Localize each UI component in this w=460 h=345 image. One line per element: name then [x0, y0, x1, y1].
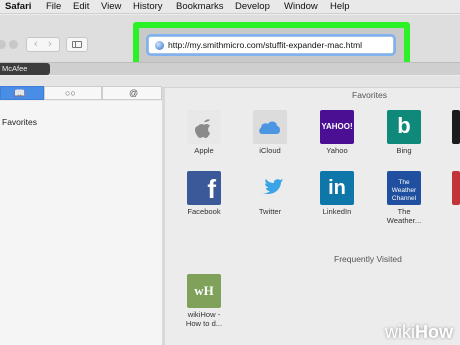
sidebar-icon [72, 41, 82, 48]
wikihow-watermark: wikiHow [385, 322, 453, 342]
favorite-label: Apple [194, 146, 214, 155]
favorite-label: Twitter [258, 207, 282, 216]
sidebar-favorites-heading: Favorites [2, 117, 37, 127]
shared-links-tab[interactable]: @ [102, 86, 162, 100]
menu-view[interactable]: View [101, 1, 121, 12]
menu-file[interactable]: File [46, 1, 61, 12]
back-arrow-icon[interactable]: ‹ [34, 38, 38, 51]
forward-arrow-icon[interactable]: › [48, 38, 52, 51]
frequent-label-line2: How to d... [185, 319, 223, 328]
menu-develop[interactable]: Develop [235, 1, 270, 12]
linkedin-icon: in [328, 177, 346, 199]
twitter-bird-icon [260, 179, 283, 194]
favorite-partial[interactable] [452, 110, 460, 144]
menu-bar: Safari File Edit View History Bookmarks … [0, 0, 460, 14]
cloud-icon [259, 121, 280, 134]
frequent-label-line1: wikiHow - [187, 310, 221, 319]
favorite-apple[interactable] [187, 110, 221, 144]
menu-edit[interactable]: Edit [73, 1, 89, 12]
menu-safari[interactable]: Safari [5, 1, 31, 12]
favorites-heading: Favorites [352, 90, 387, 100]
reading-list-icon: ○○ [65, 88, 76, 98]
bookmarks-tab[interactable]: 📖 [0, 86, 44, 100]
wikihow-icon: wH [194, 283, 214, 298]
apple-icon [195, 119, 210, 138]
favorite-label-line2: Weather... [386, 216, 422, 225]
weather-channel-icon: The Weather Channel [391, 179, 417, 202]
favorite-label: Facebook [187, 207, 221, 216]
favorite-partial[interactable] [452, 171, 460, 205]
globe-icon [155, 41, 164, 50]
menu-window[interactable]: Window [284, 1, 318, 12]
reading-list-tab[interactable]: ○○ [44, 86, 102, 100]
shared-links-icon: @ [129, 88, 139, 98]
favorite-label: Bing [396, 146, 412, 155]
favorite-label: Yahoo [326, 146, 348, 155]
favorite-facebook[interactable]: f [187, 171, 221, 205]
frequently-visited-heading: Frequently Visited [334, 254, 402, 264]
book-icon: 📖 [14, 88, 26, 98]
fullscreen-window-icon[interactable] [9, 40, 18, 49]
favorite-label-line1: The [397, 207, 411, 216]
show-sidebar-button[interactable] [66, 37, 88, 52]
sidebar-pane [0, 101, 162, 345]
favorite-twitter[interactable] [253, 171, 287, 205]
favorite-linkedin[interactable]: in [320, 171, 354, 205]
facebook-icon: f [207, 174, 216, 204]
back-forward-buttons[interactable]: ‹ › [26, 37, 60, 52]
menu-help[interactable]: Help [330, 1, 350, 12]
address-bar[interactable]: http://my.smithmicro.com/stuffit-expande… [148, 36, 394, 54]
url-text: http://my.smithmicro.com/stuffit-expande… [168, 40, 363, 50]
tab-bar: McAfee [0, 62, 460, 75]
bing-icon: b [397, 113, 411, 138]
yahoo-icon: YAHOO! [321, 122, 353, 131]
favorite-yahoo[interactable]: YAHOO! [320, 110, 354, 144]
favorite-label: iCloud [259, 146, 281, 155]
frequent-wikihow[interactable]: wH [187, 274, 221, 308]
tab-mcafee[interactable]: McAfee [0, 63, 50, 75]
favorite-label: LinkedIn [322, 207, 352, 216]
menu-bookmarks[interactable]: Bookmarks [176, 1, 224, 12]
menu-history[interactable]: History [133, 1, 163, 12]
favorite-icloud[interactable] [253, 110, 287, 144]
favorite-weather-channel[interactable]: The Weather Channel [387, 171, 421, 205]
favorite-bing[interactable]: b [387, 110, 421, 144]
